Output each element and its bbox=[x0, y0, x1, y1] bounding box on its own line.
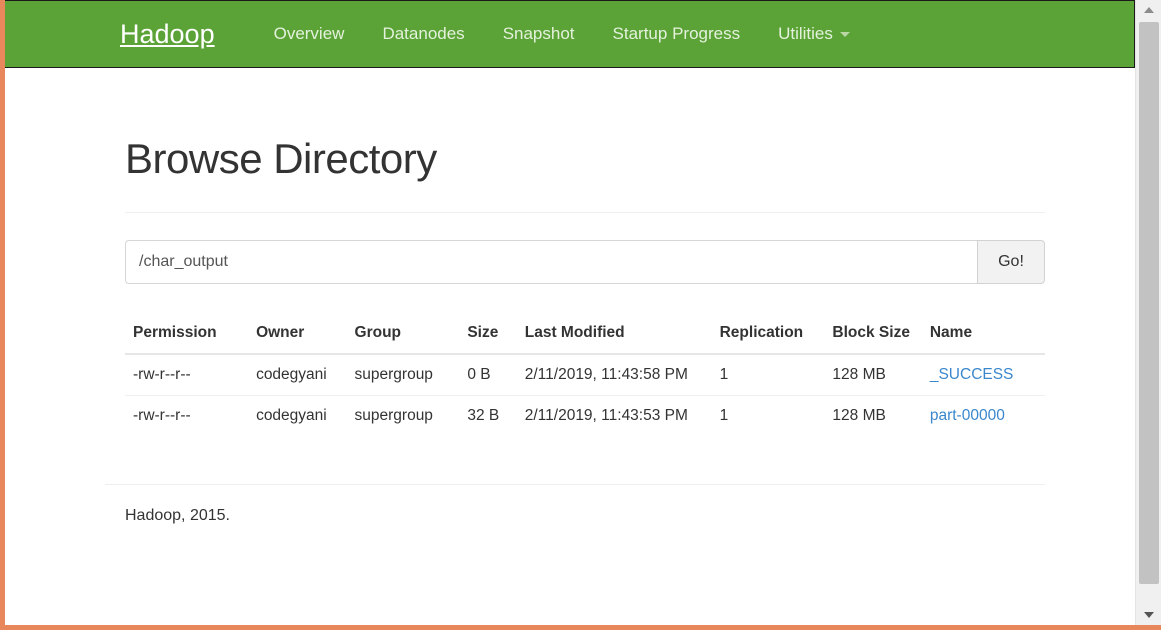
cell-replication: 1 bbox=[711, 395, 825, 437]
col-header-name: Name bbox=[921, 314, 1045, 356]
footer-text: Hadoop, 2015. bbox=[125, 507, 230, 525]
file-link[interactable]: _SUCCESS bbox=[930, 366, 1014, 383]
nav-link-snapshot-label: Snapshot bbox=[502, 24, 575, 43]
scrollbar-down-button[interactable] bbox=[1136, 605, 1161, 625]
main-container: Browse Directory Go! Permission Owner Gr… bbox=[105, 135, 1045, 525]
nav-link-snapshot[interactable]: Snapshot bbox=[484, 24, 594, 44]
col-header-owner: Owner bbox=[248, 314, 347, 356]
cell-owner: codegyani bbox=[256, 366, 327, 384]
navbar: Hadoop Overview Datanodes Snapshot Start… bbox=[5, 0, 1135, 68]
cell-size: 32 B bbox=[459, 395, 517, 437]
cell-last-modified: 2/11/2019, 11:43:53 PM bbox=[516, 395, 712, 437]
col-header-last-modified: Last Modified bbox=[516, 314, 712, 356]
cell-block-size: 128 MB bbox=[824, 395, 922, 437]
triangle-up-icon bbox=[1144, 7, 1154, 13]
nav-link-overview[interactable]: Overview bbox=[255, 24, 364, 44]
cell-group: supergroup bbox=[354, 366, 433, 384]
cell-block-size: 128 MB bbox=[832, 366, 886, 384]
page-title: Browse Directory bbox=[125, 135, 437, 182]
col-header-replication: Replication bbox=[711, 314, 825, 356]
col-header-group: Group bbox=[346, 314, 460, 356]
col-header-size: Size bbox=[459, 314, 517, 356]
col-header-permission: Permission bbox=[125, 314, 249, 356]
cell-group: supergroup bbox=[346, 395, 460, 437]
caret-down-icon bbox=[839, 31, 850, 37]
scrollbar-thumb[interactable] bbox=[1139, 22, 1159, 584]
footer-divider bbox=[105, 484, 1045, 486]
go-button[interactable]: Go! bbox=[977, 240, 1045, 285]
browser-frame: Hadoop Overview Datanodes Snapshot Start… bbox=[0, 0, 1161, 630]
cell-replication: 1 bbox=[719, 366, 729, 384]
table-row: -rw-r--r-- codegyani supergroup 32 B 2/1… bbox=[125, 395, 1045, 437]
cell-last-modified: 2/11/2019, 11:43:58 PM bbox=[524, 366, 688, 384]
title-divider bbox=[125, 212, 1045, 214]
nav-link-startup-progress[interactable]: Startup Progress bbox=[594, 24, 760, 44]
col-header-block-size: Block Size bbox=[824, 314, 922, 356]
path-input[interactable] bbox=[125, 240, 977, 285]
nav-link-utilities[interactable]: Utilities bbox=[759, 24, 869, 44]
table-body: -rw-r--r-- codegyani supergroup 0 B 2/11… bbox=[125, 354, 1045, 437]
cell-permission: -rw-r--r-- bbox=[125, 395, 249, 437]
navbar-brand[interactable]: Hadoop bbox=[120, 20, 231, 48]
nav-link-datanodes-label: Datanodes bbox=[382, 24, 465, 43]
path-form: Go! bbox=[125, 240, 1045, 285]
page-content: Hadoop Overview Datanodes Snapshot Start… bbox=[5, 0, 1135, 625]
nav-link-overview-label: Overview bbox=[273, 24, 345, 43]
cell-owner: codegyani bbox=[248, 395, 347, 437]
file-link[interactable]: part-00000 bbox=[930, 407, 1005, 424]
vertical-scrollbar[interactable] bbox=[1135, 0, 1161, 625]
nav-link-startup-progress-label: Startup Progress bbox=[612, 24, 741, 43]
file-listing-table: Permission Owner Group Size Last Modifie… bbox=[125, 314, 1045, 437]
triangle-down-icon bbox=[1144, 612, 1154, 618]
table-header-row: Permission Owner Group Size Last Modifie… bbox=[125, 314, 1045, 356]
navbar-links: Overview Datanodes Snapshot Startup Prog… bbox=[255, 24, 869, 44]
cell-size: 0 B bbox=[467, 366, 491, 384]
cell-name: _SUCCESS bbox=[922, 354, 1045, 396]
cell-permission: -rw-r--r-- bbox=[133, 366, 191, 384]
browser-viewport: Hadoop Overview Datanodes Snapshot Start… bbox=[5, 0, 1161, 625]
nav-link-datanodes[interactable]: Datanodes bbox=[363, 24, 483, 44]
cell-name: part-00000 bbox=[921, 395, 1045, 437]
table-head: Permission Owner Group Size Last Modifie… bbox=[125, 314, 1045, 356]
nav-link-utilities-label: Utilities bbox=[778, 24, 833, 43]
scrollbar-up-button[interactable] bbox=[1136, 0, 1161, 20]
table-row: -rw-r--r-- codegyani supergroup 0 B 2/11… bbox=[125, 354, 1045, 396]
